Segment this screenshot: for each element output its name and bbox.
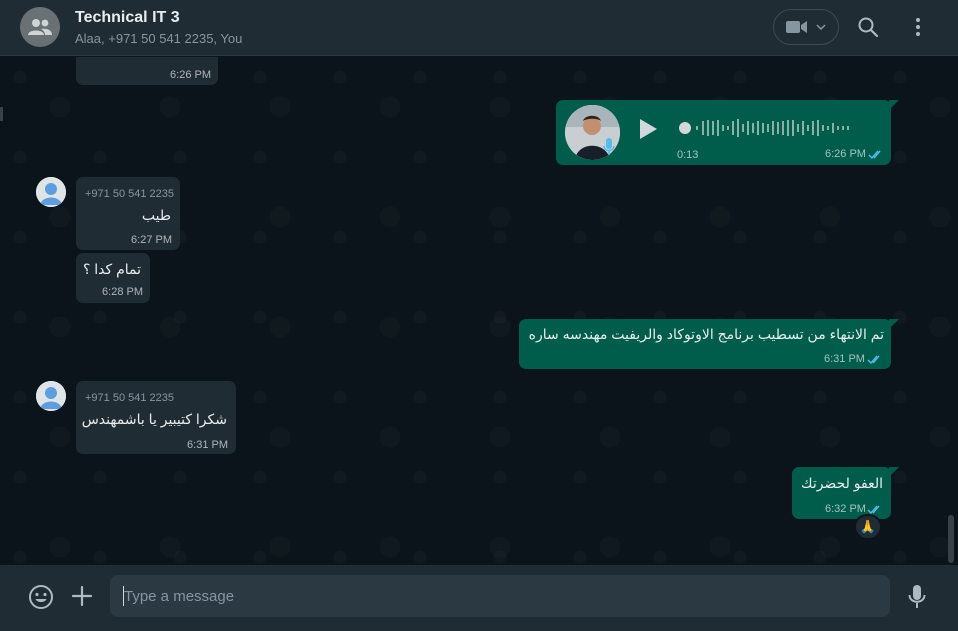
mic-badge-icon [603,138,615,155]
message-bubble[interactable]: +971 50 541 2235 طيب 6:27 PM [76,177,180,250]
scrollbar-thumb[interactable] [948,515,954,563]
message-text: طيب [141,207,171,223]
group-icon [28,19,52,35]
message-bubble[interactable]: تمام كدا ؟ 6:28 PM [76,253,150,303]
attach-plus-icon[interactable] [71,585,93,607]
message-text: تمام كدا ؟ [82,261,141,277]
play-icon[interactable] [638,118,658,140]
message-time: 6:26 PM [170,69,211,81]
edge-marker [0,107,3,121]
video-camera-icon [786,21,807,33]
default-user-icon [36,177,66,207]
message-bubble[interactable]: العفو لحضرتك 6:32 PM [792,467,891,519]
sender-name[interactable]: +971 50 541 2235 [85,188,174,200]
message-text: شكرا كتيبير يا باشمهندس [81,411,227,427]
message-time: 6:31 PM [187,439,228,451]
message-bubble[interactable]: 6:26 PM [76,57,218,85]
menu-kebab-icon[interactable] [910,16,926,38]
message-time: 6:31 PM [824,353,865,365]
message-time: 6:26 PM [825,148,866,160]
group-avatar[interactable] [20,7,60,47]
text-caret [123,586,124,606]
bubble-tail [889,100,899,110]
message-bubble[interactable]: تم الانتهاء من تسطيب برنامج الاوتوكاد وا… [519,319,891,369]
message-input[interactable] [110,575,890,617]
voice-duration: 0:13 [677,149,699,161]
default-user-icon [36,381,66,411]
sender-avatar[interactable] [36,177,66,207]
message-time: 6:32 PM [825,503,866,515]
bubble-tail [889,467,899,477]
chevron-down-icon [816,24,826,30]
message-text: تم الانتهاء من تسطيب برنامج الاوتوكاد وا… [528,326,884,342]
sender-name[interactable]: +971 50 541 2235 [85,392,174,404]
reaction-emoji: 🙏 [859,519,877,534]
message-text: العفو لحضرتك [801,475,883,491]
chat-participants[interactable]: Alaa, +971 50 541 2235, You [75,31,242,46]
message-list[interactable]: 6:26 PM 0:13 6:26 PM +971 50 541 2235 طي… [0,57,958,565]
chat-header: Technical IT 3 Alaa, +971 50 541 2235, Y… [0,0,958,56]
emoji-icon[interactable] [28,584,54,610]
microphone-icon[interactable] [907,584,927,610]
message-time: 6:28 PM [102,286,143,298]
video-call-button[interactable] [773,9,839,45]
bubble-tail [889,319,899,329]
message-time: 6:27 PM [131,234,172,246]
read-ticks-icon [868,150,881,160]
sender-avatar[interactable] [36,381,66,411]
search-icon[interactable] [857,16,879,38]
message-bubble[interactable]: +971 50 541 2235 شكرا كتيبير يا باشمهندس… [76,381,236,454]
voice-message-bubble[interactable]: 0:13 6:26 PM [556,100,891,165]
read-ticks-icon [867,355,880,365]
chat-title[interactable]: Technical IT 3 [75,9,180,27]
audio-waveform[interactable] [678,116,872,140]
reaction-badge[interactable]: 🙏 [854,514,882,540]
